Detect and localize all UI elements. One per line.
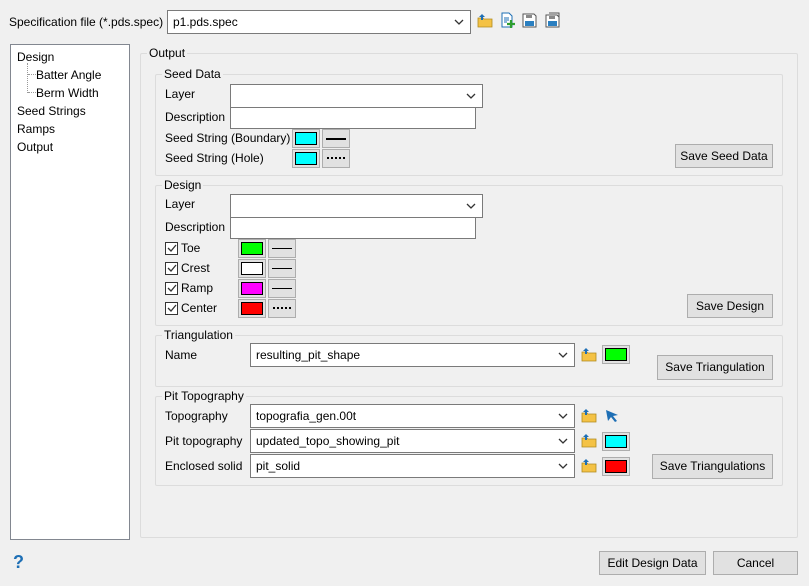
spec-file-label: Specification file (*.pds.spec) xyxy=(9,15,164,29)
hole-linestyle-button[interactable] xyxy=(322,149,350,168)
design-description-label: Description xyxy=(165,220,226,234)
triangulation-title: Triangulation xyxy=(162,328,235,342)
save-design-button[interactable]: Save Design xyxy=(687,294,773,318)
chevron-down-icon xyxy=(464,199,478,213)
design-description-input[interactable] xyxy=(230,217,476,239)
open-folder-icon[interactable] xyxy=(477,13,493,29)
toe-color-button[interactable] xyxy=(238,239,266,258)
cancel-button[interactable]: Cancel xyxy=(713,551,798,575)
triangulation-name-combo[interactable]: resulting_pit_shape xyxy=(250,343,575,367)
crest-label: Crest xyxy=(181,261,210,275)
seed-boundary-label: Seed String (Boundary) xyxy=(165,131,291,145)
toe-checkbox[interactable] xyxy=(165,242,178,255)
open-folder-icon[interactable] xyxy=(581,408,597,424)
output-title: Output xyxy=(147,46,188,60)
tree-item-design[interactable]: Design xyxy=(17,50,54,64)
edit-design-data-button[interactable]: Edit Design Data xyxy=(599,551,706,575)
pit-topography-color-button[interactable] xyxy=(602,432,630,451)
ramp-color-button[interactable] xyxy=(238,279,266,298)
design-layer-label: Layer xyxy=(165,197,196,211)
help-icon[interactable]: ? xyxy=(13,552,24,573)
tree-item-berm-width[interactable]: Berm Width xyxy=(36,86,99,100)
tree-item-batter-angle[interactable]: Batter Angle xyxy=(36,68,101,82)
tree-item-seed-strings[interactable]: Seed Strings xyxy=(17,104,86,118)
enclosed-solid-label: Enclosed solid xyxy=(165,459,243,473)
crest-color-button[interactable] xyxy=(238,259,266,278)
enclosed-solid-value: pit_solid xyxy=(256,459,301,473)
navigation-tree[interactable]: Design Batter Angle Berm Width Seed Stri… xyxy=(10,44,130,540)
center-checkbox[interactable] xyxy=(165,302,178,315)
save-triangulation-button[interactable]: Save Triangulation xyxy=(657,355,773,380)
chevron-down-icon xyxy=(556,434,570,448)
toe-label: Toe xyxy=(181,241,201,255)
tree-item-output[interactable]: Output xyxy=(17,140,53,154)
seed-description-input[interactable] xyxy=(230,107,476,129)
enclosed-solid-color-button[interactable] xyxy=(602,457,630,476)
topography-label: Topography xyxy=(165,409,228,423)
save-seed-data-button[interactable]: Save Seed Data xyxy=(675,144,773,168)
design-title: Design xyxy=(162,178,204,192)
triangulation-name-label: Name xyxy=(165,348,198,362)
new-file-icon[interactable] xyxy=(500,12,516,29)
center-linestyle-button[interactable] xyxy=(268,299,296,318)
chevron-down-icon xyxy=(464,89,478,103)
pit-topography-combo[interactable]: updated_topo_showing_pit xyxy=(250,429,575,453)
chevron-down-icon xyxy=(452,15,466,29)
center-color-button[interactable] xyxy=(238,299,266,318)
design-layer-combo[interactable] xyxy=(230,194,483,218)
chevron-down-icon xyxy=(556,348,570,362)
crest-linestyle-button[interactable] xyxy=(268,259,296,278)
ramp-checkbox[interactable] xyxy=(165,282,178,295)
triangulation-name-value: resulting_pit_shape xyxy=(256,348,361,362)
hole-color-button[interactable] xyxy=(292,149,320,168)
topography-value: topografia_gen.00t xyxy=(256,409,357,423)
toe-linestyle-button[interactable] xyxy=(268,239,296,258)
seed-hole-label: Seed String (Hole) xyxy=(165,151,264,165)
enclosed-solid-combo[interactable]: pit_solid xyxy=(250,454,575,478)
tree-item-ramps[interactable]: Ramps xyxy=(17,122,55,136)
save-triangulations-button[interactable]: Save Triangulations xyxy=(652,454,773,479)
open-folder-icon[interactable] xyxy=(581,458,597,474)
pit-topography-label: Pit topography xyxy=(165,434,243,448)
open-folder-icon[interactable] xyxy=(581,433,597,449)
save-as-icon[interactable] xyxy=(545,12,561,28)
pit-topography-value: updated_topo_showing_pit xyxy=(256,434,400,448)
boundary-linestyle-button[interactable] xyxy=(322,129,350,148)
pick-arrow-icon[interactable] xyxy=(605,409,619,423)
ramp-linestyle-button[interactable] xyxy=(268,279,296,298)
pit-topography-title: Pit Topography xyxy=(162,389,246,403)
ramp-label: Ramp xyxy=(181,281,214,295)
spec-file-value: p1.pds.spec xyxy=(173,15,238,29)
center-label: Center xyxy=(181,301,218,315)
seed-layer-combo[interactable] xyxy=(230,84,483,108)
triangulation-color-button[interactable] xyxy=(602,345,630,364)
chevron-down-icon xyxy=(556,409,570,423)
crest-checkbox[interactable] xyxy=(165,262,178,275)
boundary-color-button[interactable] xyxy=(292,129,320,148)
chevron-down-icon xyxy=(556,459,570,473)
seed-data-title: Seed Data xyxy=(162,67,223,81)
topography-combo[interactable]: topografia_gen.00t xyxy=(250,404,575,428)
seed-description-label: Description xyxy=(165,110,226,124)
save-icon[interactable] xyxy=(522,13,537,28)
seed-layer-label: Layer xyxy=(165,87,196,101)
open-folder-icon[interactable] xyxy=(581,347,597,363)
spec-file-combo[interactable]: p1.pds.spec xyxy=(167,10,471,34)
